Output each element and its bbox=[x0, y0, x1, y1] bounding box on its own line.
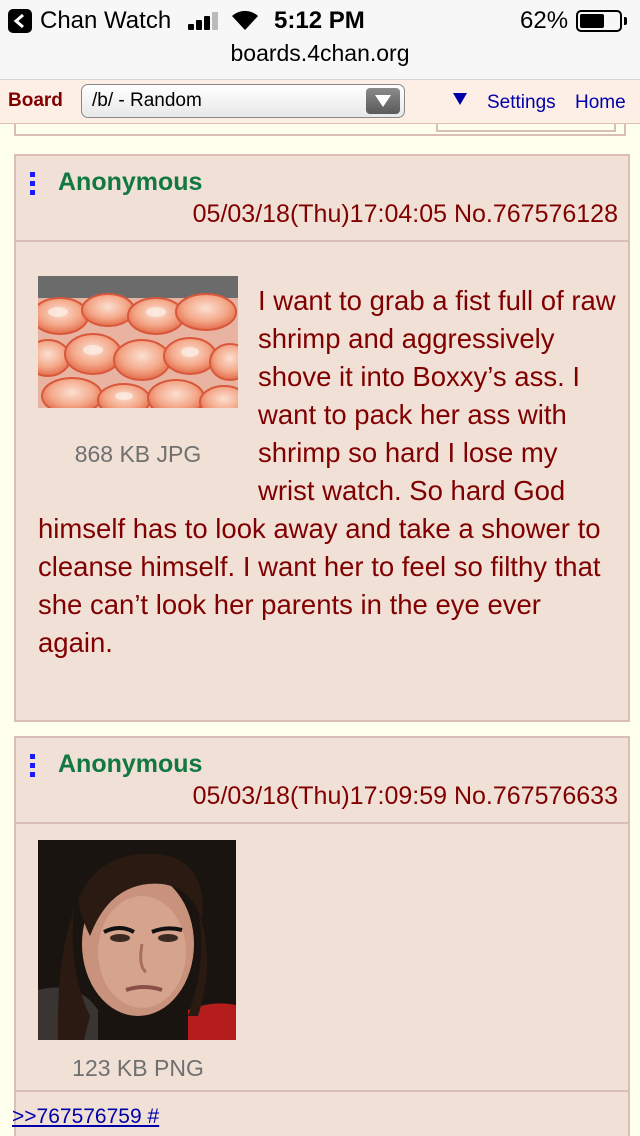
settings-link[interactable]: Settings bbox=[487, 92, 556, 114]
battery-icon bbox=[576, 10, 622, 32]
reply-quote-link[interactable]: >>767576759 # bbox=[12, 1105, 159, 1129]
file-info[interactable]: 123 KB PNG bbox=[38, 1055, 238, 1082]
back-to-app-icon[interactable] bbox=[8, 9, 32, 33]
url-bar[interactable]: boards.4chan.org bbox=[0, 40, 640, 67]
battery-tip bbox=[624, 17, 627, 25]
post-menu-icon[interactable] bbox=[30, 172, 36, 199]
post-message: I want to grab a fist full of raw shrimp… bbox=[38, 282, 618, 662]
wifi-icon bbox=[232, 10, 258, 30]
post: Anonymous 05/03/18(Thu)17:09:59 No.76757… bbox=[14, 736, 630, 1136]
post-number[interactable]: No.767576128 bbox=[454, 200, 618, 228]
battery-percent: 62% bbox=[520, 7, 569, 34]
post-date: 05/03/18(Thu)17:04:05 No.767576128 bbox=[193, 200, 618, 229]
board-toolbar: Board /b/ - Random Settings Home bbox=[0, 80, 640, 124]
home-link[interactable]: Home bbox=[575, 92, 626, 114]
portrait-thumbnail[interactable] bbox=[38, 840, 238, 1045]
post-datetime: 05/03/18(Thu)17:04:05 bbox=[192, 200, 447, 228]
post: Anonymous 05/03/18(Thu)17:04:05 No.76757… bbox=[14, 154, 630, 722]
post-date: 05/03/18(Thu)17:09:59 No.767576633 bbox=[193, 782, 618, 811]
chevron-down-icon[interactable] bbox=[366, 88, 400, 114]
triangle-down-icon[interactable] bbox=[452, 92, 468, 106]
board-select[interactable]: /b/ - Random bbox=[81, 84, 405, 118]
board-label: Board bbox=[8, 90, 63, 111]
poster-name: Anonymous bbox=[58, 168, 203, 196]
back-app-label[interactable]: Chan Watch bbox=[40, 7, 171, 35]
post-file: 123 KB PNG bbox=[38, 840, 238, 1082]
post-number[interactable]: No.767576633 bbox=[454, 782, 618, 810]
clock: 5:12 PM bbox=[274, 7, 365, 34]
post-header: Anonymous 05/03/18(Thu)17:04:05 No.76757… bbox=[16, 156, 628, 242]
board-select-value: /b/ - Random bbox=[92, 90, 202, 111]
post-datetime: 05/03/18(Thu)17:09:59 bbox=[192, 782, 447, 810]
poster-name: Anonymous bbox=[58, 750, 203, 778]
status-bar: Chan Watch 5:12 PM 62% boards.4chan.org bbox=[0, 0, 640, 80]
post-header: Anonymous 05/03/18(Thu)17:09:59 No.76757… bbox=[16, 738, 628, 824]
toolbar-divider bbox=[14, 124, 626, 136]
signal-icon bbox=[188, 12, 222, 30]
post-divider bbox=[16, 1090, 628, 1092]
post-menu-icon[interactable] bbox=[30, 754, 36, 781]
